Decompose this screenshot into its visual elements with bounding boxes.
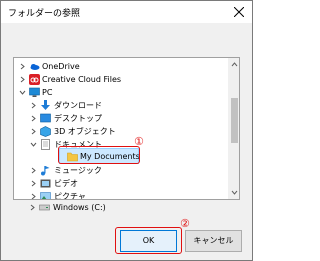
- chevron-right-icon[interactable]: [30, 193, 37, 200]
- tree-item-creative-cloud[interactable]: Creative Cloud Files: [14, 73, 228, 86]
- chevron-right-icon[interactable]: [30, 128, 37, 135]
- close-button[interactable]: [230, 3, 248, 21]
- folder-browse-dialog: フォルダーの参照 OneDrive Creative Cloud Files P…: [0, 0, 253, 261]
- chevron-right-icon[interactable]: [30, 102, 37, 109]
- annotation-highlight-1: [58, 146, 140, 164]
- chevron-right-icon[interactable]: [19, 63, 26, 70]
- annotation-highlight-2: [115, 227, 182, 254]
- tree-item-label: デスクトップ: [54, 114, 102, 123]
- close-icon: [234, 7, 244, 17]
- chevron-down-icon[interactable]: [30, 141, 37, 148]
- video-icon: [40, 179, 51, 188]
- scroll-up-arrow-icon[interactable]: [231, 61, 238, 68]
- tree-item-windows-c[interactable]: Windows (C:): [13, 201, 227, 214]
- documents-icon: [41, 139, 50, 150]
- tree-item-video[interactable]: ビデオ: [14, 177, 228, 190]
- cancel-button[interactable]: キャンセル: [185, 230, 242, 252]
- tree-item-label: PC: [42, 88, 53, 97]
- title-bar: フォルダーの参照: [1, 1, 252, 23]
- chevron-right-icon[interactable]: [29, 204, 36, 211]
- chevron-right-icon[interactable]: [19, 76, 26, 83]
- tree-item-downloads[interactable]: ダウンロード: [14, 99, 228, 112]
- scrollbar-thumb[interactable]: [231, 98, 238, 143]
- desktop-icon: [40, 113, 51, 123]
- folder-tree[interactable]: OneDrive Creative Cloud Files PC ダウンロード …: [13, 57, 240, 200]
- pc-icon: [29, 87, 40, 97]
- tree-item-onedrive[interactable]: OneDrive: [14, 60, 228, 73]
- drive-icon: [39, 204, 50, 211]
- tree-item-label: ミュージック: [54, 166, 102, 175]
- tree-item-3d-objects[interactable]: 3D オブジェクト: [14, 125, 228, 138]
- download-icon: [41, 100, 50, 110]
- chevron-down-icon[interactable]: [19, 89, 26, 96]
- tree-item-pictures[interactable]: ピクチャ: [14, 190, 228, 200]
- tree-item-desktop[interactable]: デスクトップ: [14, 112, 228, 125]
- chevron-right-icon[interactable]: [30, 167, 37, 174]
- annotation-marker-2: ②: [180, 217, 190, 230]
- music-icon: [41, 166, 50, 176]
- pictures-icon: [40, 192, 51, 199]
- tree-item-label: ビデオ: [54, 179, 78, 188]
- dialog-title: フォルダーの参照: [8, 9, 81, 19]
- tree-item-label: ピクチャ: [54, 192, 86, 200]
- onedrive-icon: [30, 64, 40, 70]
- tree-item-label: ダウンロード: [54, 101, 102, 110]
- chevron-right-icon[interactable]: [30, 180, 37, 187]
- tree-item-label: Windows (C:): [53, 203, 106, 212]
- creative-cloud-icon: [29, 74, 40, 85]
- scroll-down-arrow-icon[interactable]: [231, 189, 238, 196]
- tree-item-label: OneDrive: [42, 62, 80, 71]
- tree-item-label: Creative Cloud Files: [42, 75, 122, 84]
- vertical-scrollbar[interactable]: [228, 58, 239, 199]
- tree-item-pc[interactable]: PC: [14, 86, 228, 99]
- annotation-marker-1: ①: [134, 135, 144, 148]
- 3d-objects-icon: [40, 126, 51, 137]
- tree-item-music[interactable]: ミュージック: [14, 164, 228, 177]
- chevron-right-icon[interactable]: [30, 115, 37, 122]
- tree-item-label: 3D オブジェクト: [54, 127, 116, 136]
